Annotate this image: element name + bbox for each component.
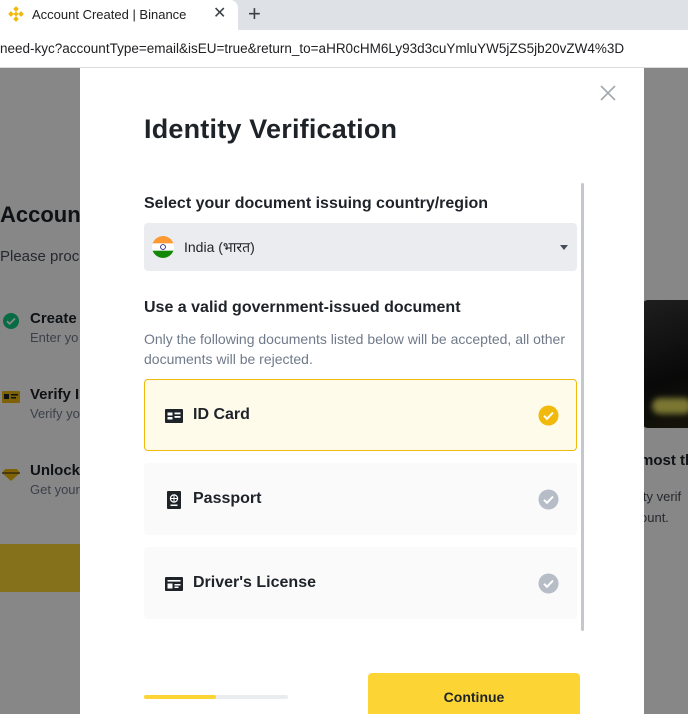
close-icon[interactable] xyxy=(598,83,618,103)
scrollbar[interactable] xyxy=(581,183,584,631)
tab-close-icon[interactable]: ✕ xyxy=(213,5,226,23)
browser-tab[interactable]: Account Created | Binance ✕ xyxy=(0,0,238,30)
continue-button-label: Continue xyxy=(443,689,505,705)
id-card-icon xyxy=(165,409,183,423)
caret-down-icon xyxy=(560,245,568,250)
document-option-drivers-license[interactable]: Driver's License xyxy=(144,547,577,619)
country-label: Select your document issuing country/reg… xyxy=(144,195,489,212)
drivers-license-icon xyxy=(165,577,183,591)
country-select[interactable]: India (भारत) xyxy=(144,223,577,271)
progress-bar xyxy=(144,695,288,699)
address-bar[interactable]: need-kyc?accountType=email&isEU=true&ret… xyxy=(0,30,688,68)
document-option-label: Passport xyxy=(193,490,262,507)
progress-bar-fill xyxy=(144,695,216,699)
binance-logo-icon xyxy=(8,6,24,22)
india-flag-icon xyxy=(152,236,174,258)
document-note: Only the following documents listed belo… xyxy=(144,331,566,367)
browser-tab-bar: Account Created | Binance ✕ + xyxy=(0,0,688,30)
document-option-passport[interactable]: Passport xyxy=(144,463,577,535)
document-option-id-card[interactable]: ID Card xyxy=(144,379,577,451)
check-circle-icon xyxy=(538,573,559,594)
document-option-label: ID Card xyxy=(193,406,250,423)
modal-title: Identity Verification xyxy=(144,114,398,144)
continue-button[interactable]: Continue xyxy=(368,673,580,714)
tab-title: Account Created | Binance xyxy=(32,7,187,22)
check-circle-icon xyxy=(538,405,559,426)
check-circle-icon xyxy=(538,489,559,510)
passport-icon xyxy=(167,491,181,509)
modal-scroll-area[interactable]: Select your document issuing country/reg… xyxy=(144,183,584,633)
document-option-label: Driver's License xyxy=(193,574,316,591)
identity-verification-modal: Identity Verification Select your docume… xyxy=(80,68,644,714)
url-text: need-kyc?accountType=email&isEU=true&ret… xyxy=(0,41,625,56)
country-select-value: India (भारत) xyxy=(184,239,255,255)
new-tab-button[interactable]: + xyxy=(248,2,261,26)
document-label: Use a valid government-issued document xyxy=(144,299,461,316)
